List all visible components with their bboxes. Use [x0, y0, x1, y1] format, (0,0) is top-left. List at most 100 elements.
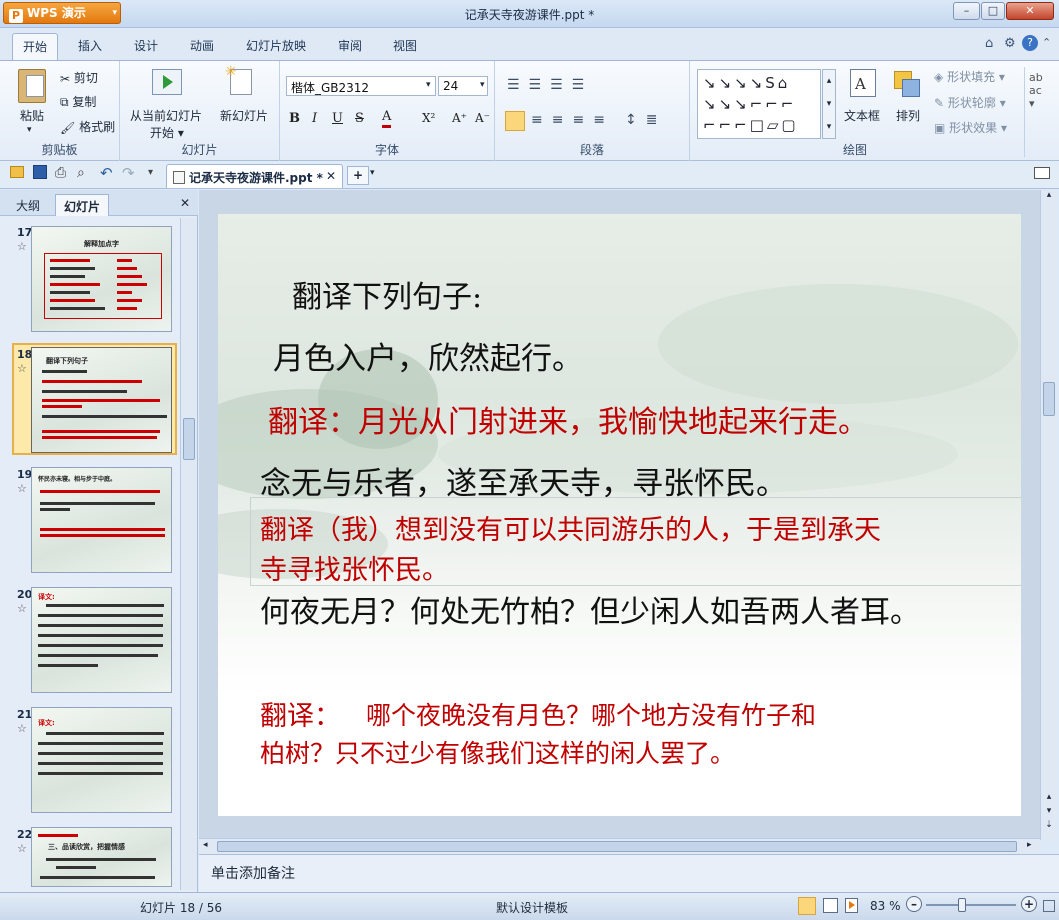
redo-icon[interactable]: ↷ [122, 164, 135, 182]
tab-outline[interactable]: 大纲 [8, 194, 48, 216]
zoom-level[interactable]: 83 % [870, 899, 901, 913]
slide-scroll-thumb[interactable] [1043, 382, 1055, 416]
copy-icon: ⧉ [60, 95, 69, 109]
sorter-view-icon[interactable] [823, 898, 838, 913]
settings-icon[interactable]: ⚙ [1004, 36, 1016, 51]
maximize-button[interactable]: □ [981, 2, 1005, 20]
textbox-icon: A [850, 69, 876, 97]
animation-star-icon: ☆ [17, 842, 27, 855]
tab-slideshow[interactable]: 幻灯片放映 [246, 37, 306, 54]
panel-scroll-thumb[interactable] [183, 418, 195, 460]
slide-thumbnail-22[interactable]: 三、品读欣赏，把握情感 [31, 827, 172, 887]
save-icon[interactable] [33, 165, 47, 179]
slide-thumbnail-20[interactable]: 译文: [31, 587, 172, 693]
align-left-button[interactable] [505, 111, 525, 131]
format-painter-button[interactable]: 🖌 格式刷 [60, 118, 115, 135]
print-icon[interactable]: ⎙ [55, 165, 66, 181]
open-icon[interactable] [10, 166, 24, 178]
slide-thumbnail-21[interactable]: 译文: [31, 707, 172, 813]
tab-home[interactable]: 开始 [12, 33, 59, 60]
from-current-button[interactable]: 从当前幻灯片 [130, 107, 202, 124]
font-group: 楷体_GB2312 ▾ 24 ▾ B I U S A X² A⁺ A⁻ 字体 [280, 61, 495, 161]
slide-scrollbar[interactable]: ▴ ▴ ▾ ⇣ [1040, 190, 1057, 840]
paste-button[interactable]: 粘贴 [20, 107, 44, 124]
thumb-title: 三、品读欣赏，把握情感 [48, 843, 125, 851]
notes-pane[interactable]: 单击添加备注 [199, 854, 1059, 892]
print-preview-icon[interactable]: ⌕ [77, 165, 85, 181]
h-scroll-thumb[interactable] [217, 841, 1017, 852]
close-button[interactable]: ✕ [1006, 2, 1054, 20]
ribbon: 粘贴 ▾ ✂ 剪切 ⧉ 复制 🖌 格式刷 剪贴板 从当前幻灯片 开始 ▾ ✳ 新… [0, 60, 1059, 161]
slide-thumbnail-17[interactable]: 解释加点字 [31, 226, 172, 332]
zoom-slider-handle[interactable] [958, 898, 966, 912]
tab-design[interactable]: 设计 [134, 37, 158, 54]
ribbon-overflow[interactable]: ab ac ▾ [1024, 67, 1059, 157]
superscript-button[interactable]: X² [422, 111, 435, 125]
help-icon[interactable]: ? [1022, 35, 1038, 51]
zoom-in-icon[interactable]: + [1021, 896, 1037, 912]
translation-3-line-a: 哪个夜晚没有月色？哪个地方没有竹子和 [366, 701, 817, 730]
slide-h-scrollbar[interactable]: ◂ ▸ [199, 838, 1040, 854]
animation-star-icon: ☆ [17, 482, 27, 495]
scroll-left-icon[interactable]: ◂ [203, 840, 208, 850]
tab-view[interactable]: 视图 [393, 37, 417, 54]
slide-counter: 幻灯片 18 / 56 [140, 901, 223, 915]
tab-review[interactable]: 审阅 [338, 37, 362, 54]
textbox-button[interactable]: 文本框 [844, 107, 880, 124]
prev-next-slide-icons[interactable]: ▴ ▾ ⇣ [1042, 790, 1056, 832]
slide-thumbnail-19[interactable]: 怀民亦未寝。相与步于中庭。 [31, 467, 172, 573]
tab-insert[interactable]: 插入 [78, 37, 102, 54]
gallery-scroll[interactable]: ▴ ▾ ▾ [822, 69, 836, 139]
from-current-start-label[interactable]: 开始 ▾ [150, 124, 184, 141]
font-color-button[interactable]: A [382, 109, 392, 128]
slide-18[interactable]: 翻译下列句子: 月色入户，欣然起行。 翻译：月光从门射进来，我愉快地起来行走。 … [218, 214, 1021, 816]
minimize-button[interactable]: – [953, 2, 980, 20]
new-slide-button[interactable]: 新幻灯片 [220, 107, 268, 124]
shape-outline-button[interactable]: ✎ 形状轮廓 ▾ [934, 94, 1006, 111]
cut-button[interactable]: ✂ 剪切 [60, 69, 98, 86]
collapse-ribbon-icon[interactable]: ⌃ [1042, 36, 1051, 49]
slide-panel: 大纲 幻灯片 ✕ 17 ☆ 解释加点字 18 ☆ 翻译下列句子 19 ☆ 怀民亦… [0, 190, 198, 892]
layout-toggle-icon[interactable] [1034, 167, 1050, 179]
shrink-font-button[interactable]: A⁻ [475, 111, 490, 125]
scroll-right-icon[interactable]: ▸ [1027, 840, 1032, 850]
chevron-down-icon[interactable]: ▾ [370, 168, 375, 178]
normal-view-icon[interactable] [798, 897, 816, 915]
copy-button[interactable]: ⧉ 复制 [60, 93, 96, 110]
sentence-1: 月色入户，欣然起行。 [273, 341, 583, 377]
arrange-button[interactable]: 排列 [896, 107, 920, 124]
fit-window-icon[interactable] [1043, 900, 1055, 912]
fill-bucket-icon: ◈ [934, 70, 944, 84]
clipboard-group: 粘贴 ▾ ✂ 剪切 ⧉ 复制 🖌 格式刷 剪贴板 [0, 61, 120, 161]
font-name-select[interactable]: 楷体_GB2312 [286, 76, 436, 96]
shape-effect-button[interactable]: ▣ 形状效果 ▾ [934, 119, 1007, 136]
shape-fill-button[interactable]: ◈ 形状填充 ▾ [934, 68, 1005, 85]
shapes-gallery[interactable]: ↘↘↘↘S⌂ ↘↘↘⌐⌐⌐ ⌐⌐⌐□▱▢ [697, 69, 821, 139]
close-tab-icon[interactable]: ✕ [326, 169, 336, 183]
translation-3-line-b: 柏树？只不过少有像我们这样的闲人罢了。 [260, 739, 736, 768]
font-group-label: 字体 [374, 143, 399, 157]
slide-thumbnail-18[interactable]: 翻译下列句子 [31, 347, 172, 453]
list-buttons[interactable]: ☰☰☰☰ [507, 77, 593, 93]
bold-button[interactable]: B [289, 111, 300, 126]
align-buttons[interactable]: ≡≡≡≡ [531, 112, 614, 128]
slideshow-view-icon[interactable] [845, 898, 858, 913]
underline-button[interactable]: U [332, 111, 343, 126]
panel-scrollbar[interactable] [180, 218, 197, 890]
customize-toolbar-icon[interactable]: ▾ [148, 167, 153, 178]
close-panel-icon[interactable]: ✕ [180, 196, 190, 210]
copy-label: 复制 [72, 95, 97, 109]
strikethrough-button[interactable]: S [355, 111, 364, 126]
tab-slides[interactable]: 幻灯片 [55, 194, 110, 216]
italic-button[interactable]: I [312, 111, 317, 126]
zoom-out-icon[interactable]: – [906, 896, 922, 912]
line-spacing-buttons[interactable]: ↕≣ [625, 112, 666, 128]
new-tab-button[interactable]: + [347, 166, 369, 185]
tab-animation[interactable]: 动画 [190, 37, 214, 54]
skin-icon[interactable]: ⌂ [985, 36, 993, 51]
document-tab[interactable]: 记承天寺夜游课件.ppt * ✕ [166, 164, 343, 188]
grow-font-button[interactable]: A⁺ [452, 111, 467, 125]
undo-icon[interactable]: ↶ [100, 164, 113, 182]
scroll-up-icon[interactable]: ▴ [1042, 190, 1056, 204]
zoom-slider[interactable] [926, 904, 1016, 906]
